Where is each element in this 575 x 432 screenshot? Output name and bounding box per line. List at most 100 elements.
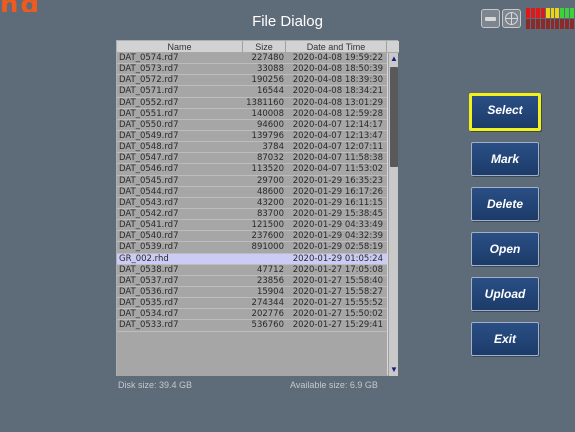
file-size-cell: 3784 [262,142,284,153]
file-date-cell: 2020-04-08 19:59:22 [292,53,383,63]
file-name-cell: DAT_0534.rd7 [119,309,179,320]
file-name-cell: DAT_0540.rd7 [119,231,179,242]
logo-fragment: ng [0,0,70,12]
file-size-cell: 140008 [251,108,284,119]
file-row[interactable]: DAT_0544.rd7 48600 2020-01-29 16:17:26 [117,187,387,198]
file-row[interactable]: DAT_0571.rd7 16544 2020-04-08 18:34:21 [117,86,387,98]
file-name-cell: DAT_0547.rd7 [119,153,179,164]
file-row[interactable]: DAT_0551.rd7 140008 2020-04-08 12:59:28 [117,109,387,120]
file-name-cell: DAT_0549.rd7 [119,130,179,141]
file-size-cell: 16544 [256,86,284,97]
file-row[interactable]: DAT_0534.rd7 202776 2020-01-27 15:50:02 [117,309,387,321]
globe-icon [502,9,521,28]
file-date-cell: 2020-01-27 15:55:52 [292,298,383,309]
file-size-cell: 15904 [256,286,284,297]
file-date-cell: 2020-04-08 18:34:21 [292,86,383,97]
file-date-cell: 2020-04-07 12:07:11 [292,142,383,153]
file-size-cell: 33088 [256,64,284,75]
file-name-cell: DAT_0571.rd7 [119,86,179,97]
file-name-cell: DAT_0574.rd7 [119,53,179,63]
file-size-cell: 113520 [251,164,284,175]
file-row[interactable]: DAT_0552.rd7 1381160 2020-04-08 13:01:29 [117,98,387,109]
status-area [481,7,575,31]
file-row[interactable]: DAT_0549.rd7 139796 2020-04-07 12:13:47 [117,130,387,143]
file-name-cell: DAT_0548.rd7 [119,142,179,153]
drive-icon [481,9,500,28]
upload-button[interactable]: Upload [471,277,539,311]
file-list-rows: DAT_0574.rd7 227480 2020-04-08 19:59:22 DAT… [117,53,387,376]
disk-size-label: Disk size: 39.4 GB [118,380,193,390]
file-row[interactable]: DAT_0536.rd7 15904 2020-01-27 15:58:27 [117,286,387,299]
file-name-cell: DAT_0542.rd7 [119,208,179,219]
file-name-cell: DAT_0536.rd7 [119,286,179,297]
scroll-thumb[interactable] [390,67,398,167]
file-size-cell: 94600 [256,119,284,130]
file-row[interactable]: DAT_0537.rd7 23856 2020-01-27 15:58:40 [117,276,387,287]
file-date-cell: 2020-01-29 04:32:39 [292,231,383,242]
file-size-cell [243,254,286,264]
file-row[interactable]: DAT_0545.rd7 29700 2020-01-29 16:35:23 [117,176,387,187]
file-name-cell: GR_002.rhd [119,253,169,264]
scroll-up-icon[interactable]: ▲ [389,54,399,64]
file-name-cell: DAT_0537.rd7 [119,275,179,286]
file-size-cell: 190256 [251,75,284,86]
file-name-cell: DAT_0550.rd7 [119,119,179,130]
column-header-date[interactable]: Date and Time [286,41,387,52]
file-date-cell: 2020-04-07 11:58:38 [292,153,383,164]
file-name-cell: DAT_0573.rd7 [119,64,179,75]
file-size-cell: 891000 [251,242,284,253]
file-date-cell: 2020-01-29 16:35:23 [292,175,383,186]
file-name-cell: DAT_0541.rd7 [119,220,179,231]
file-name-cell: DAT_0543.rd7 [119,197,179,208]
file-name-cell: DAT_0552.rd7 [119,97,179,108]
file-name-cell: DAT_0572.rd7 [119,75,179,86]
file-date-cell: 2020-01-27 15:50:02 [292,309,383,320]
file-list[interactable]: Name Size Date and Time DAT_0574.rd7 2274… [116,40,399,376]
file-row[interactable]: DAT_0574.rd7 227480 2020-04-08 19:59:22 [117,53,387,65]
file-row[interactable]: DAT_0546.rd7 113520 2020-04-07 11:53:02 [117,164,387,176]
file-row[interactable]: DAT_0547.rd7 87032 2020-04-07 11:58:38 [117,153,387,165]
file-size-cell: 23856 [256,275,284,286]
open-button[interactable]: Open [471,232,539,266]
scroll-down-icon[interactable]: ▼ [389,365,399,375]
file-row[interactable]: DAT_0573.rd7 33088 2020-04-08 18:50:39 [117,64,387,76]
delete-button[interactable]: Delete [471,187,539,221]
file-row[interactable]: DAT_0572.rd7 190256 2020-04-08 18:39:30 [117,75,387,87]
file-date-cell: 2020-01-27 15:29:41 [292,320,383,331]
file-row[interactable]: GR_002.rhd 2020-01-29 01:05:24 [117,253,387,265]
file-size-cell: 536760 [251,320,284,331]
select-button[interactable]: Select [469,93,541,131]
file-size-cell: 87032 [256,153,284,164]
file-name-cell: DAT_0551.rd7 [119,108,179,119]
mark-button[interactable]: Mark [471,142,539,176]
file-row[interactable]: DAT_0548.rd7 3784 2020-04-07 12:07:11 [117,142,387,154]
file-size-cell: 43200 [256,197,284,208]
file-size-cell: 48600 [256,186,284,197]
file-row[interactable]: DAT_0538.rd7 47712 2020-01-27 17:05:08 [117,265,387,276]
file-row[interactable]: DAT_0542.rd7 83700 2020-01-29 15:38:45 [117,208,387,221]
file-date-cell: 2020-04-08 18:50:39 [292,64,383,75]
file-date-cell: 2020-01-29 01:05:24 [292,253,383,264]
available-size-label: Available size: 6.9 GB [290,380,378,390]
file-date-cell: 2020-01-29 15:38:45 [292,208,383,219]
file-row[interactable]: DAT_0541.rd7 121500 2020-01-29 04:33:49 [117,220,387,232]
file-name-cell: DAT_0544.rd7 [119,186,179,197]
file-date-cell: 2020-01-27 15:58:40 [292,275,383,286]
scrollbar[interactable]: ▲ ▼ [388,53,398,376]
file-date-cell: 2020-01-29 16:17:26 [292,186,383,197]
file-name-cell: DAT_0533.rd7 [119,320,179,331]
file-row[interactable]: DAT_0540.rd7 237600 2020-01-29 04:32:39 [117,231,387,243]
file-date-cell: 2020-01-27 17:05:08 [292,264,383,275]
column-header-name[interactable]: Name [117,41,243,52]
file-size-cell: 139796 [251,130,284,141]
file-row[interactable]: DAT_0533.rd7 536760 2020-01-27 15:29:41 [117,320,387,332]
file-row[interactable]: DAT_0535.rd7 274344 2020-01-27 15:55:52 [117,298,387,310]
file-row[interactable]: DAT_0539.rd7 891000 2020-01-29 02:58:19 [117,242,387,254]
exit-button[interactable]: Exit [471,322,539,356]
file-date-cell: 2020-04-07 12:13:47 [292,130,383,141]
file-row[interactable]: DAT_0550.rd7 94600 2020-04-07 12:14:17 [117,120,387,131]
file-row[interactable]: DAT_0543.rd7 43200 2020-01-29 16:11:15 [117,198,387,209]
column-header-size[interactable]: Size [243,41,286,52]
file-size-cell: 29700 [256,175,284,186]
file-size-cell: 121500 [251,220,284,231]
